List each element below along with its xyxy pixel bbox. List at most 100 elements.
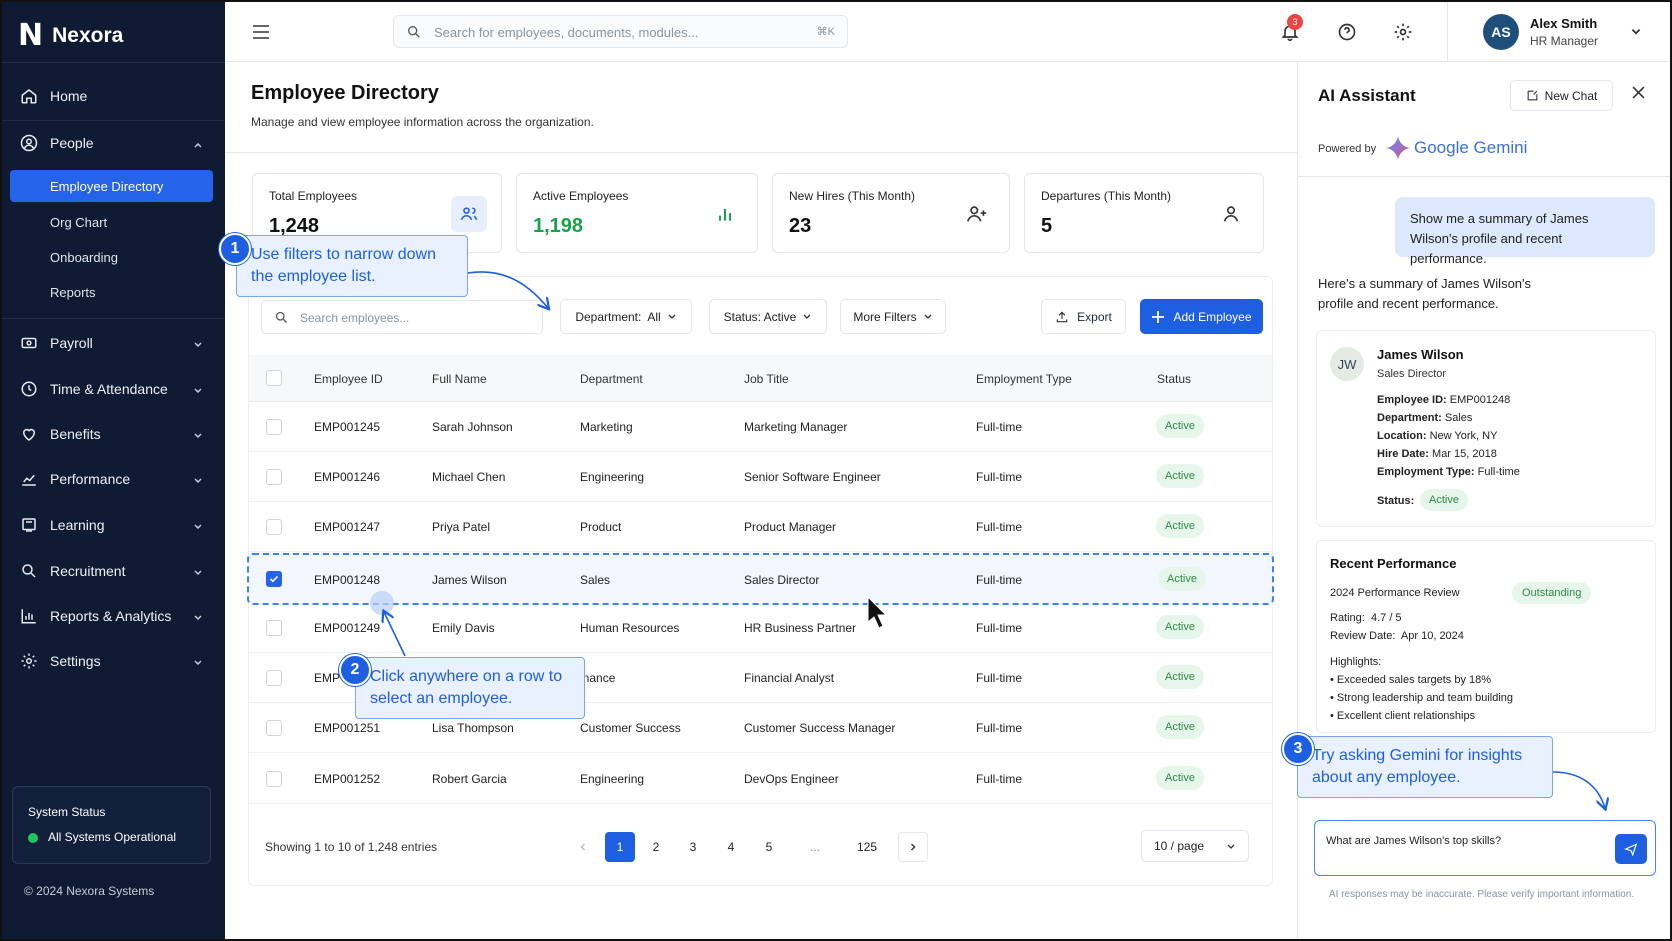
chevron-down-icon — [193, 473, 203, 489]
status-filter[interactable]: Status: Active — [709, 299, 827, 334]
department-filter[interactable]: Department: All — [560, 299, 692, 334]
add-employee-button[interactable]: Add Employee — [1140, 299, 1263, 334]
sidebar-item-learning[interactable]: Learning — [0, 504, 225, 546]
search-icon — [406, 24, 422, 43]
logo[interactable]: N Nexora — [18, 18, 123, 53]
sidebar-item-settings[interactable]: Settings — [0, 640, 225, 682]
sidebar-divider — [0, 318, 225, 319]
next-page-button[interactable] — [898, 832, 928, 862]
user-name[interactable]: Alex Smith — [1530, 16, 1597, 31]
status-dot-icon — [28, 833, 38, 843]
chevron-down-icon[interactable] — [1624, 20, 1648, 44]
bar-chart-icon — [20, 607, 38, 625]
chevron-down-icon — [193, 337, 203, 353]
avatar: JW — [1330, 347, 1364, 381]
table-row-selected[interactable]: EMP001248 James Wilson Sales Sales Direc… — [247, 553, 1274, 605]
page-button[interactable]: 5 — [754, 832, 784, 862]
sidebar-subitem-reports[interactable]: Reports — [50, 285, 96, 300]
column-header[interactable]: Job Title — [744, 372, 789, 386]
stat-card-new-hires: New Hires (This Month) 23 — [772, 173, 1010, 253]
cell-full-name: Michael Chen — [432, 470, 506, 484]
profile-field: Hire Date: Mar 15, 2018 — [1377, 448, 1497, 460]
sidebar-item-performance[interactable]: Performance — [0, 458, 225, 500]
status-badge: Active — [1156, 615, 1204, 639]
sidebar-item-label: Payroll — [50, 335, 93, 351]
sidebar-subitem-onboarding[interactable]: Onboarding — [50, 250, 118, 265]
ai-chat-input[interactable]: What are James Wilson's top skills? — [1314, 820, 1656, 876]
table-row[interactable]: EMP001245 Sarah Johnson Marketing Market… — [249, 402, 1272, 452]
sidebar-subitem-org-chart[interactable]: Org Chart — [50, 215, 107, 230]
row-checkbox[interactable] — [266, 469, 282, 485]
global-search-input[interactable]: Search for employees, documents, modules… — [393, 15, 848, 48]
page-button[interactable]: 4 — [716, 832, 746, 862]
ai-panel-divider — [1298, 176, 1672, 177]
sidebar-subitem-employee-directory[interactable]: Employee Directory — [10, 170, 213, 202]
row-checkbox[interactable] — [266, 620, 282, 636]
sidebar-item-home[interactable]: Home — [0, 75, 225, 117]
sidebar-item-label: Recruitment — [50, 563, 126, 579]
column-header[interactable]: Employment Type — [976, 372, 1072, 386]
column-header[interactable]: Employee ID — [314, 372, 383, 386]
cell-job-title: Customer Success Manager — [744, 721, 896, 735]
stat-label: Departures (This Month) — [1041, 189, 1172, 203]
cell-department: inance — [580, 671, 616, 685]
gear-icon[interactable] — [1391, 20, 1415, 44]
table-row[interactable]: EMP001246 Michael Chen Engineering Senio… — [249, 452, 1272, 502]
close-icon[interactable] — [1632, 86, 1645, 102]
employee-search-input[interactable]: Search employees... — [261, 300, 543, 334]
row-checkbox[interactable] — [266, 720, 282, 736]
field-key: Employment Type: — [1377, 466, 1475, 478]
cell-employee-id: EMP — [314, 671, 341, 685]
cell-job-title: DevOps Engineer — [744, 772, 839, 786]
column-header[interactable]: Full Name — [432, 372, 487, 386]
sidebar-item-recruitment[interactable]: Recruitment — [0, 550, 225, 592]
cell-employee-id: EMP001251 — [314, 721, 381, 735]
more-filters-button[interactable]: More Filters — [840, 299, 946, 334]
plus-icon — [1152, 310, 1165, 323]
select-all-checkbox[interactable] — [266, 370, 282, 386]
page-button[interactable]: 3 — [678, 832, 708, 862]
cell-job-title: HR Business Partner — [744, 621, 857, 635]
cell-employment-type: Full-time — [976, 721, 1023, 735]
chevron-down-icon — [193, 428, 203, 444]
prev-page-button[interactable] — [568, 832, 598, 862]
send-button[interactable] — [1615, 834, 1647, 864]
row-checkbox[interactable] — [266, 670, 282, 686]
topbar-divider — [1447, 0, 1448, 62]
page-button-active[interactable]: 1 — [605, 832, 635, 862]
sidebar-item-benefits[interactable]: Benefits — [0, 413, 225, 455]
sidebar-item-payroll[interactable]: Payroll — [0, 322, 225, 364]
row-checkbox[interactable] — [266, 419, 282, 435]
sidebar-item-label: Settings — [50, 653, 101, 669]
cell-employment-type: Full-time — [976, 621, 1023, 635]
profile-name: James Wilson — [1377, 347, 1464, 362]
page-button[interactable]: 2 — [641, 832, 671, 862]
status-badge: Active — [1156, 514, 1204, 538]
page-button[interactable]: 125 — [852, 832, 882, 862]
table-row[interactable]: EMP001249 Emily Davis Human Resources HR… — [249, 603, 1272, 653]
status-badge: Active — [1156, 766, 1204, 790]
table-row[interactable]: EMP001247 Priya Patel Product Product Ma… — [249, 502, 1272, 552]
status-badge: Active — [1156, 715, 1204, 739]
sidebar-item-people[interactable]: People — [0, 122, 225, 164]
export-button[interactable]: Export — [1041, 299, 1126, 334]
table-row[interactable]: EMP001252 Robert Garcia Engineering DevO… — [249, 754, 1272, 804]
row-checkbox[interactable] — [266, 519, 282, 535]
cell-department: Sales — [580, 573, 611, 587]
avatar[interactable]: AS — [1483, 14, 1519, 50]
help-icon[interactable] — [1335, 20, 1359, 44]
review-date: Review Date: Apr 10, 2024 — [1330, 630, 1464, 642]
status-badge: Active — [1158, 567, 1206, 591]
column-header[interactable]: Status — [1157, 372, 1191, 386]
row-checkbox-checked[interactable] — [266, 571, 282, 587]
search-icon — [20, 562, 38, 580]
callout-select-row: Click anywhere on a row to select an emp… — [355, 657, 585, 719]
page-size-select[interactable]: 10 / page — [1141, 830, 1249, 862]
notification-badge: 3 — [1287, 14, 1303, 30]
row-checkbox[interactable] — [266, 771, 282, 787]
sidebar-item-time-attendance[interactable]: Time & Attendance — [0, 368, 225, 410]
hamburger-menu-icon[interactable] — [249, 20, 273, 44]
new-chat-button[interactable]: New Chat — [1510, 80, 1613, 111]
sidebar-item-reports-analytics[interactable]: Reports & Analytics — [0, 595, 225, 637]
column-header[interactable]: Department — [580, 372, 643, 386]
